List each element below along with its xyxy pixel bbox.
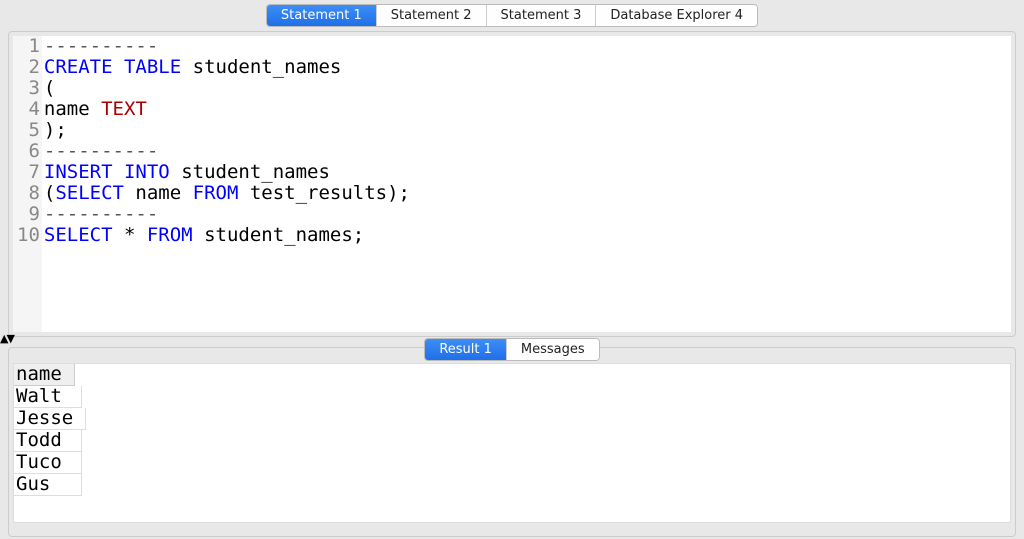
- line-number: 9: [17, 204, 40, 225]
- tab-statement-3[interactable]: Statement 3: [487, 5, 597, 26]
- sql-editor[interactable]: 12345678910 ----------CREATE TABLE stude…: [13, 36, 1011, 332]
- code-token: name: [124, 182, 193, 204]
- code-token: TEXT: [101, 98, 147, 120]
- code-token: TABLE: [124, 56, 181, 78]
- line-number: 10: [17, 225, 40, 246]
- table-cell: Todd: [14, 430, 82, 452]
- code-token: );: [44, 119, 67, 141]
- table-row[interactable]: Todd: [14, 430, 1010, 452]
- table-cell: Walt: [14, 386, 82, 408]
- code-token: student_names: [181, 56, 341, 78]
- table-row[interactable]: Gus: [14, 474, 1010, 496]
- code-line: ----------: [44, 204, 1009, 225]
- table-cell: Tuco: [14, 452, 82, 474]
- code-token: [113, 161, 124, 183]
- code-token: (: [44, 182, 55, 204]
- result-outer-panel: Result 1Messages nameWaltJesseToddTucoGu…: [8, 347, 1016, 537]
- code-line: SELECT * FROM student_names;: [44, 225, 1009, 246]
- line-number: 2: [17, 57, 40, 78]
- code-token: (: [44, 77, 55, 99]
- table-row[interactable]: Jesse: [14, 408, 1010, 430]
- table-row[interactable]: Tuco: [14, 452, 1010, 474]
- tab-database-explorer-4[interactable]: Database Explorer 4: [596, 5, 757, 26]
- code-token: test_results);: [238, 182, 410, 204]
- editor-outer-panel: 12345678910 ----------CREATE TABLE stude…: [8, 31, 1016, 337]
- table-row[interactable]: Walt: [14, 386, 1010, 408]
- code-line: );: [44, 120, 1009, 141]
- code-token: FROM: [193, 182, 239, 204]
- code-line: name TEXT: [44, 99, 1009, 120]
- grid-header-row: name: [14, 364, 1010, 386]
- line-number: 5: [17, 120, 40, 141]
- code-line: INSERT INTO student_names: [44, 162, 1009, 183]
- code-token: ----------: [44, 203, 158, 225]
- column-header[interactable]: name: [14, 364, 75, 386]
- line-number: 4: [17, 99, 40, 120]
- code-token: SELECT: [55, 182, 124, 204]
- code-token: name: [44, 98, 101, 120]
- editor-code-area[interactable]: ----------CREATE TABLE student_names(nam…: [42, 36, 1011, 332]
- code-token: INSERT: [44, 161, 113, 183]
- editor-gutter: 12345678910: [13, 36, 42, 332]
- splitter-handle-icon[interactable]: ▲▼: [0, 335, 13, 343]
- tab-statement-2[interactable]: Statement 2: [377, 5, 487, 26]
- code-line: (SELECT name FROM test_results);: [44, 183, 1009, 204]
- line-number: 8: [17, 183, 40, 204]
- code-token: student_names;: [193, 224, 365, 246]
- result-grid[interactable]: nameWaltJesseToddTucoGus: [13, 363, 1011, 523]
- code-token: [113, 56, 124, 78]
- line-number: 1: [17, 36, 40, 57]
- code-token: FROM: [147, 224, 193, 246]
- code-token: INTO: [124, 161, 170, 183]
- line-number: 3: [17, 78, 40, 99]
- code-line: CREATE TABLE student_names: [44, 57, 1009, 78]
- code-token: CREATE: [44, 56, 113, 78]
- top-tabset: Statement 1Statement 2Statement 3Databas…: [266, 4, 758, 27]
- tab-statement-1[interactable]: Statement 1: [267, 5, 377, 26]
- code-token: ----------: [44, 35, 158, 57]
- code-token: *: [113, 224, 147, 246]
- table-cell: Jesse: [14, 408, 86, 430]
- code-line: (: [44, 78, 1009, 99]
- code-token: student_names: [170, 161, 330, 183]
- top-tabbar: Statement 1Statement 2Statement 3Databas…: [0, 0, 1024, 29]
- code-line: ----------: [44, 141, 1009, 162]
- line-number: 7: [17, 162, 40, 183]
- code-line: ----------: [44, 36, 1009, 57]
- line-number: 6: [17, 141, 40, 162]
- code-token: SELECT: [44, 224, 113, 246]
- splitter[interactable]: ▲▼: [0, 337, 1024, 347]
- code-token: ----------: [44, 140, 158, 162]
- table-cell: Gus: [14, 474, 82, 496]
